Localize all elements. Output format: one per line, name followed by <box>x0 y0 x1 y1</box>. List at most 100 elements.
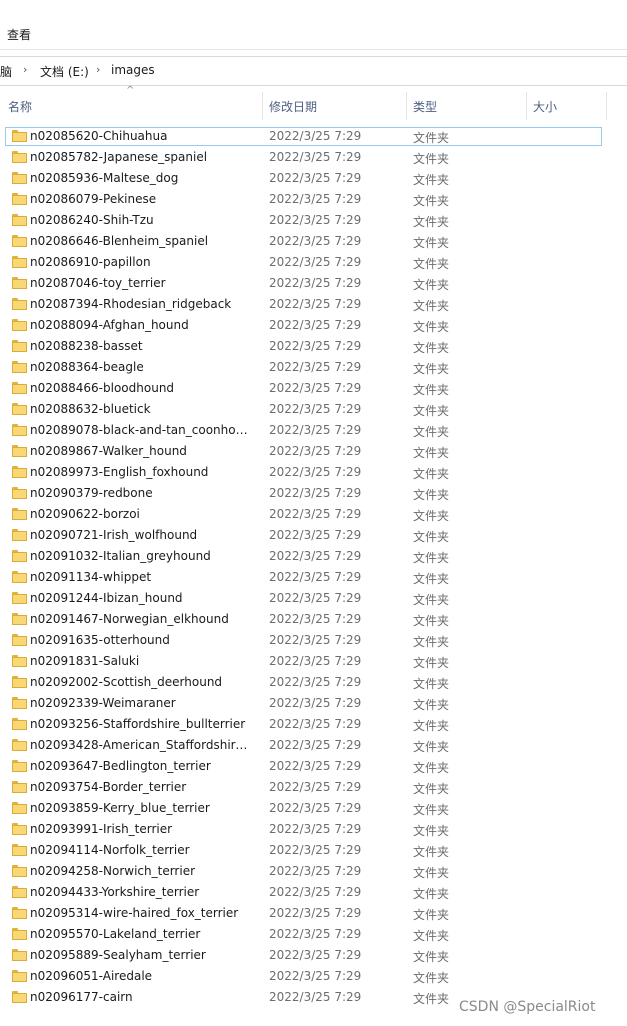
breadcrumb-chevron-icon[interactable]: › <box>96 63 100 76</box>
address-bar[interactable]: 电脑 › 文档 (E:) › images <box>0 56 627 86</box>
file-row[interactable]: n02094258-Norwich_terrier 2022/3/25 7:29 文… <box>0 861 627 882</box>
file-name[interactable]: n02096177-cairn <box>30 990 252 1004</box>
file-row[interactable]: n02091134-whippet 2022/3/25 7:29 文件夹 <box>0 567 627 588</box>
file-name[interactable]: n02088466-bloodhound <box>30 381 252 395</box>
file-name[interactable]: n02091467-Norwegian_elkhound <box>30 612 252 626</box>
file-name[interactable]: n02091134-whippet <box>30 570 252 584</box>
file-row[interactable]: n02091467-Norwegian_elkhound 2022/3/25 7:… <box>0 609 627 630</box>
file-row[interactable]: n02095889-Sealyham_terrier 2022/3/25 7:29… <box>0 945 627 966</box>
file-name[interactable]: n02094114-Norfolk_terrier <box>30 843 252 857</box>
file-name[interactable]: n02095314-wire-haired_fox_terrier <box>30 906 252 920</box>
file-name[interactable]: n02089078-black-and-tan_coonhound <box>30 423 252 437</box>
file-date: 2022/3/25 7:29 <box>269 717 362 731</box>
file-name[interactable]: n02095889-Sealyham_terrier <box>30 948 252 962</box>
file-row[interactable]: n02088364-beagle 2022/3/25 7:29 文件夹 <box>0 357 627 378</box>
file-row[interactable]: n02091635-otterhound 2022/3/25 7:29 文件夹 <box>0 630 627 651</box>
column-divider[interactable] <box>526 92 527 120</box>
file-name[interactable]: n02087046-toy_terrier <box>30 276 252 290</box>
file-row[interactable]: n02089973-English_foxhound 2022/3/25 7:29… <box>0 462 627 483</box>
file-row[interactable]: n02093991-Irish_terrier 2022/3/25 7:29 文件夹 <box>0 819 627 840</box>
file-name[interactable]: n02086240-Shih-Tzu <box>30 213 252 227</box>
file-row[interactable]: n02086079-Pekinese 2022/3/25 7:29 文件夹 <box>0 189 627 210</box>
file-name[interactable]: n02086910-papillon <box>30 255 252 269</box>
file-name[interactable]: n02091032-Italian_greyhound <box>30 549 252 563</box>
file-name[interactable]: n02085620-Chihuahua <box>30 129 252 143</box>
file-name[interactable]: n02089973-English_foxhound <box>30 465 252 479</box>
file-name[interactable]: n02089867-Walker_hound <box>30 444 252 458</box>
file-name[interactable]: n02085936-Maltese_dog <box>30 171 252 185</box>
column-date-modified[interactable]: 修改日期 <box>269 98 317 115</box>
column-divider[interactable] <box>606 92 607 120</box>
file-row[interactable]: n02095570-Lakeland_terrier 2022/3/25 7:29… <box>0 924 627 945</box>
file-name[interactable]: n02096051-Airedale <box>30 969 252 983</box>
file-row[interactable]: n02091244-Ibizan_hound 2022/3/25 7:29 文件夹 <box>0 588 627 609</box>
file-name[interactable]: n02093859-Kerry_blue_terrier <box>30 801 252 815</box>
file-row[interactable]: n02093256-Staffordshire_bullterrier 2022/… <box>0 714 627 735</box>
file-name[interactable]: n02093991-Irish_terrier <box>30 822 252 836</box>
file-row[interactable]: n02093428-American_Staffordshire_t... 202… <box>0 735 627 756</box>
file-name[interactable]: n02091244-Ibizan_hound <box>30 591 252 605</box>
breadcrumb-folder[interactable]: images <box>111 63 155 77</box>
column-divider[interactable] <box>406 92 407 120</box>
file-row[interactable]: n02092339-Weimaraner 2022/3/25 7:29 文件夹 <box>0 693 627 714</box>
file-row[interactable]: n02088632-bluetick 2022/3/25 7:29 文件夹 <box>0 399 627 420</box>
file-name[interactable]: n02088632-bluetick <box>30 402 252 416</box>
file-name[interactable]: n02094433-Yorkshire_terrier <box>30 885 252 899</box>
file-row[interactable]: n02086646-Blenheim_spaniel 2022/3/25 7:29… <box>0 231 627 252</box>
file-name[interactable]: n02088364-beagle <box>30 360 252 374</box>
file-name[interactable]: n02086079-Pekinese <box>30 192 252 206</box>
file-name[interactable]: n02093256-Staffordshire_bullterrier <box>30 717 252 731</box>
file-row[interactable]: n02093754-Border_terrier 2022/3/25 7:29 文件… <box>0 777 627 798</box>
file-row[interactable]: n02092002-Scottish_deerhound 2022/3/25 7:… <box>0 672 627 693</box>
file-row[interactable]: n02088466-bloodhound 2022/3/25 7:29 文件夹 <box>0 378 627 399</box>
file-row[interactable]: n02095314-wire-haired_fox_terrier 2022/3/… <box>0 903 627 924</box>
breadcrumb-chevron-icon[interactable]: › <box>23 63 27 76</box>
file-row[interactable]: n02094433-Yorkshire_terrier 2022/3/25 7:2… <box>0 882 627 903</box>
column-divider[interactable] <box>262 92 263 120</box>
column-type[interactable]: 类型 <box>413 98 437 115</box>
file-row[interactable]: n02087046-toy_terrier 2022/3/25 7:29 文件夹 <box>0 273 627 294</box>
file-row[interactable]: n02086910-papillon 2022/3/25 7:29 文件夹 <box>0 252 627 273</box>
file-row[interactable]: n02090721-Irish_wolfhound 2022/3/25 7:29 文… <box>0 525 627 546</box>
file-name[interactable]: n02092339-Weimaraner <box>30 696 252 710</box>
file-name[interactable]: n02093428-American_Staffordshire_t... <box>30 738 252 752</box>
folder-icon <box>12 319 27 331</box>
file-row[interactable]: n02093647-Bedlington_terrier 2022/3/25 7:… <box>0 756 627 777</box>
file-row[interactable]: n02091032-Italian_greyhound 2022/3/25 7:2… <box>0 546 627 567</box>
file-name[interactable]: n02088094-Afghan_hound <box>30 318 252 332</box>
file-name[interactable]: n02092002-Scottish_deerhound <box>30 675 252 689</box>
file-name[interactable]: n02088238-basset <box>30 339 252 353</box>
file-row[interactable]: n02090379-redbone 2022/3/25 7:29 文件夹 <box>0 483 627 504</box>
file-name[interactable]: n02091831-Saluki <box>30 654 252 668</box>
file-row[interactable]: n02089078-black-and-tan_coonhound 2022/3/… <box>0 420 627 441</box>
file-row[interactable]: n02094114-Norfolk_terrier 2022/3/25 7:29 文… <box>0 840 627 861</box>
column-name[interactable]: 名称 <box>8 98 32 115</box>
file-name[interactable]: n02090622-borzoi <box>30 507 252 521</box>
file-row[interactable]: n02087394-Rhodesian_ridgeback 2022/3/25 7… <box>0 294 627 315</box>
file-row[interactable]: n02091831-Saluki 2022/3/25 7:29 文件夹 <box>0 651 627 672</box>
breadcrumb-drive[interactable]: 文档 (E:) <box>40 63 89 80</box>
column-size[interactable]: 大小 <box>533 98 557 115</box>
file-name[interactable]: n02086646-Blenheim_spaniel <box>30 234 252 248</box>
file-name[interactable]: n02095570-Lakeland_terrier <box>30 927 252 941</box>
file-name[interactable]: n02091635-otterhound <box>30 633 252 647</box>
file-row[interactable]: n02089867-Walker_hound 2022/3/25 7:29 文件夹 <box>0 441 627 462</box>
file-row[interactable]: n02093859-Kerry_blue_terrier 2022/3/25 7:… <box>0 798 627 819</box>
file-row[interactable]: n02096051-Airedale 2022/3/25 7:29 文件夹 <box>0 966 627 987</box>
file-name[interactable]: n02087394-Rhodesian_ridgeback <box>30 297 252 311</box>
file-row[interactable]: n02088238-basset 2022/3/25 7:29 文件夹 <box>0 336 627 357</box>
file-row[interactable]: n02090622-borzoi 2022/3/25 7:29 文件夹 <box>0 504 627 525</box>
breadcrumb-this-pc[interactable]: 电脑 <box>0 63 12 80</box>
file-row[interactable]: n02088094-Afghan_hound 2022/3/25 7:29 文件夹 <box>0 315 627 336</box>
file-row[interactable]: n02086240-Shih-Tzu 2022/3/25 7:29 文件夹 <box>0 210 627 231</box>
file-name[interactable]: n02093647-Bedlington_terrier <box>30 759 252 773</box>
file-row[interactable]: n02085936-Maltese_dog 2022/3/25 7:29 文件夹 <box>0 168 627 189</box>
file-name[interactable]: n02094258-Norwich_terrier <box>30 864 252 878</box>
file-name[interactable]: n02090379-redbone <box>30 486 252 500</box>
file-name[interactable]: n02090721-Irish_wolfhound <box>30 528 252 542</box>
file-row[interactable]: n02085620-Chihuahua 2022/3/25 7:29 文件夹 <box>0 126 627 147</box>
file-name[interactable]: n02085782-Japanese_spaniel <box>30 150 252 164</box>
file-name[interactable]: n02093754-Border_terrier <box>30 780 252 794</box>
file-row[interactable]: n02085782-Japanese_spaniel 2022/3/25 7:29… <box>0 147 627 168</box>
ribbon-tab-view[interactable]: 查看 <box>7 26 31 43</box>
